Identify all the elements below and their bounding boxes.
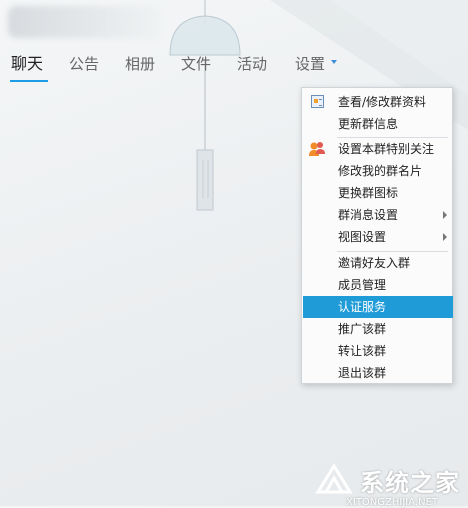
tab-chat[interactable]: 聊天 <box>11 52 43 76</box>
settings-dropdown-caret-icon[interactable] <box>331 60 337 64</box>
menu-item-promote-group[interactable]: 推广该群 <box>303 318 453 340</box>
submenu-arrow-icon <box>443 211 447 219</box>
tab-announcement[interactable]: 公告 <box>69 52 99 76</box>
watermark-url: XITONGZHIJIA.NET <box>346 497 438 508</box>
special-follow-icon <box>309 142 325 156</box>
tab-files[interactable]: 文件 <box>181 52 211 76</box>
menu-item-special-follow[interactable]: 设置本群特别关注 <box>303 138 453 160</box>
menu-item-change-group-icon[interactable]: 更换群图标 <box>303 182 453 204</box>
watermark: 系统之家 <box>314 462 460 498</box>
blurred-group-name <box>8 6 160 38</box>
menu-item-update-group-info[interactable]: 更新群信息 <box>303 113 453 135</box>
menu-item-member-management[interactable]: 成员管理 <box>303 274 453 296</box>
menu-item-invite-friends[interactable]: 邀请好友入群 <box>303 252 453 274</box>
tab-bar: 聊天 公告 相册 文件 活动 设置 <box>0 50 468 82</box>
tab-activities[interactable]: 活动 <box>237 52 267 76</box>
active-tab-indicator <box>10 80 48 82</box>
submenu-arrow-icon <box>443 233 447 241</box>
menu-item-transfer-group[interactable]: 转让该群 <box>303 340 453 362</box>
tab-album[interactable]: 相册 <box>125 52 155 76</box>
watermark-name: 系统之家 <box>360 468 460 497</box>
menu-item-message-settings[interactable]: 群消息设置 <box>303 204 453 226</box>
tab-settings[interactable]: 设置 <box>295 52 325 76</box>
menu-item-view-edit-group-info[interactable]: 查看/修改群资料 <box>303 91 453 113</box>
menu-item-verification-service[interactable]: 认证服务 <box>303 296 453 318</box>
watermark-logo-icon <box>315 463 353 494</box>
menu-item-edit-my-card[interactable]: 修改我的群名片 <box>303 160 453 182</box>
menu-item-quit-group[interactable]: 退出该群 <box>303 362 453 384</box>
settings-dropdown-menu: 查看/修改群资料 更新群信息 设置本群特别关注 修改我的群名片 更换群图标 群消… <box>301 87 453 384</box>
group-profile-icon <box>311 95 324 108</box>
menu-item-view-settings[interactable]: 视图设置 <box>303 226 453 248</box>
